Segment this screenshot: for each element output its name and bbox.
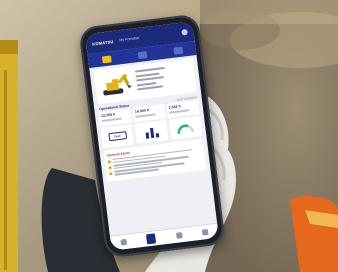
brand-logo: KOMATSU (91, 38, 114, 47)
tab-map[interactable] (137, 50, 147, 59)
fuel-button[interactable]: Fuel (108, 131, 127, 142)
stat-value: 12,205 h (100, 112, 116, 119)
excavator-icon (103, 73, 132, 96)
warning-icon (108, 165, 112, 170)
profile-icon[interactable] (181, 28, 188, 36)
nav-home-icon[interactable] (120, 238, 128, 246)
fuel-box: Fuel (100, 124, 135, 149)
stat-card: 14,000 h (132, 104, 166, 123)
warning-icon (109, 171, 113, 176)
tab-machines[interactable] (101, 54, 112, 64)
nav-profile-icon[interactable] (201, 228, 209, 236)
nav-alerts-icon[interactable] (175, 232, 183, 239)
bar-gauge (134, 120, 169, 144)
stat-card: 12,205 h (98, 108, 133, 127)
yellow-machine-left (0, 40, 18, 272)
tab-reports[interactable] (172, 46, 183, 55)
machine-details (134, 65, 168, 96)
stat-value: 14,000 h (134, 108, 150, 114)
bottom-nav (109, 222, 219, 251)
stat-card: 2,342 h (166, 100, 200, 118)
warning-icon (107, 159, 111, 164)
dial-gauge (168, 116, 203, 140)
stat-value: 2,342 h (168, 104, 182, 110)
nav-machines-icon[interactable] (146, 233, 157, 245)
phone-screen: KOMATSU My Komatsu Operational Status La… (85, 21, 219, 251)
photo-scene: KOMATSU My Komatsu Operational Status La… (0, 0, 338, 272)
app-context-label: My Komatsu (119, 35, 140, 43)
dial-gauge-icon (177, 124, 195, 134)
bar-gauge-icon (145, 127, 160, 139)
